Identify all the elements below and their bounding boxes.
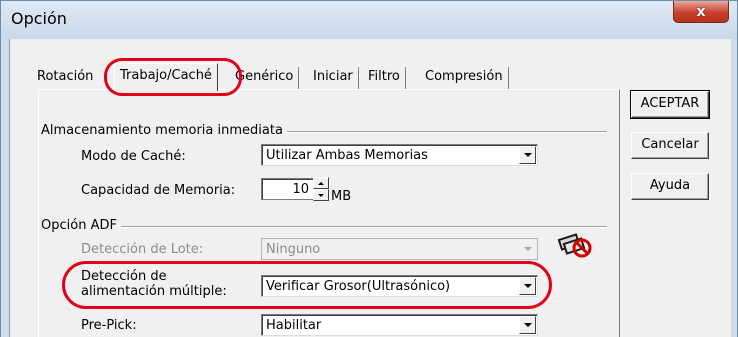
cache-mode-select[interactable]: Utilizar Ambas Memorias: [261, 144, 538, 166]
cancel-button[interactable]: Cancelar: [631, 132, 709, 159]
memory-capacity-value: 10: [292, 182, 309, 197]
ok-button[interactable]: ACEPTAR: [630, 90, 710, 119]
multifeed-value: Verificar Grosor(Ultrasónico): [266, 279, 451, 294]
memory-capacity-unit: MB: [331, 189, 352, 204]
help-button[interactable]: Ayuda: [631, 173, 709, 200]
chevron-down-icon[interactable]: [519, 146, 536, 164]
tab-iniciar[interactable]: Iniciar: [308, 67, 359, 89]
batch-detection-label: Detección de Lote:: [81, 242, 204, 257]
spin-up-button[interactable]: [313, 177, 329, 189]
tab-compresion[interactable]: Compresión: [420, 67, 509, 89]
window-title: Opción: [11, 9, 67, 28]
batch-detection-select[interactable]: Ninguno: [261, 238, 538, 260]
tab-generico[interactable]: Genérico: [230, 67, 300, 89]
adf-group-title: Opción ADF: [41, 218, 121, 233]
dialog-client-area: Rotación Trabajo/Caché Genérico Iniciar …: [9, 39, 731, 337]
prepick-label: Pre-Pick:: [81, 318, 137, 333]
option-dialog: Opción x Rotación Trabajo/Caché Genérico…: [0, 0, 738, 337]
cache-group-title: Almacenamiento memoria inmediata: [41, 123, 287, 138]
chevron-down-icon[interactable]: [519, 316, 536, 334]
batch-detection-value: Ninguno: [266, 242, 321, 257]
arrow-down-icon: [318, 193, 324, 197]
title-bar: Opción x: [1, 1, 737, 39]
adf-no-icon: [557, 233, 592, 258]
tab-filtro[interactable]: Filtro: [363, 67, 406, 89]
cache-mode-value: Utilizar Ambas Memorias: [266, 148, 428, 163]
cache-mode-label: Modo de Caché:: [81, 149, 186, 164]
chevron-down-icon[interactable]: [519, 277, 536, 295]
memory-capacity-input[interactable]: 10: [261, 178, 313, 200]
memory-capacity-label: Capacidad de Memoria:: [81, 183, 236, 198]
prepick-value: Habilitar: [266, 318, 322, 333]
spin-down-button[interactable]: [313, 189, 329, 201]
tab-trabajo-cache[interactable]: Trabajo/Caché: [114, 63, 218, 91]
chevron-down-icon: [519, 240, 536, 258]
arrow-up-icon: [318, 181, 324, 185]
prepick-select[interactable]: Habilitar: [261, 314, 538, 336]
multifeed-label-line1: Detección de: [81, 269, 167, 284]
multifeed-select[interactable]: Verificar Grosor(Ultrasónico): [261, 275, 538, 297]
tab-rotacion[interactable]: Rotación: [32, 67, 98, 89]
close-icon: x: [696, 3, 706, 20]
adf-group-line: [45, 226, 607, 228]
multifeed-label-line2: alimentación múltiple:: [81, 284, 227, 299]
close-button[interactable]: x: [673, 1, 729, 23]
